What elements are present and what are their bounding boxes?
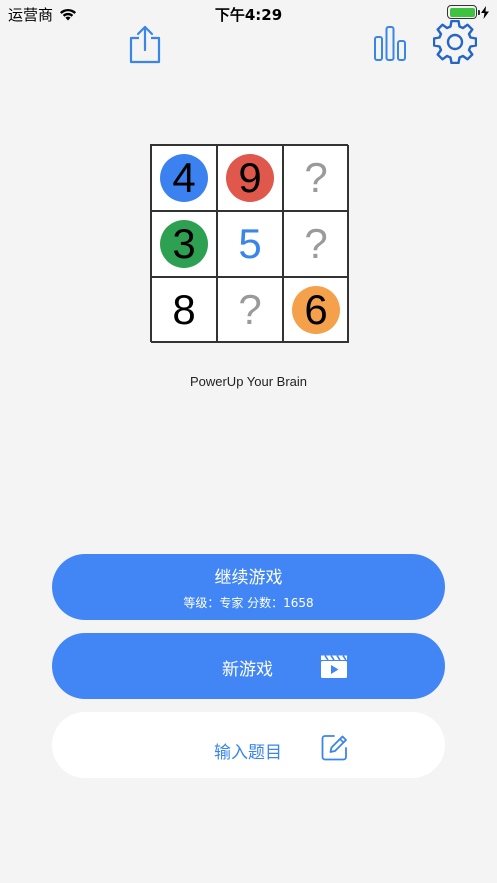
grid-cell[interactable]: 6	[283, 277, 349, 343]
share-icon[interactable]	[126, 24, 164, 64]
cell-value: 8	[172, 286, 196, 333]
cell-value: 6	[304, 286, 328, 333]
grid-cell[interactable]: ?	[283, 211, 349, 277]
cell-value: 4	[172, 154, 196, 201]
input-puzzle-label: 输入题目	[214, 743, 282, 763]
grid-cell[interactable]: ?	[217, 277, 283, 343]
continue-game-label: 继续游戏	[214, 568, 283, 588]
sudoku-grid: 4 9 ? 3 5 ? 8 ? 6	[150, 144, 349, 343]
new-game-button[interactable]: 新游戏	[52, 633, 445, 699]
level-score-label: 等级：专家 分数：1658	[183, 596, 314, 610]
cell-value: ?	[304, 220, 328, 267]
cell-value: ?	[238, 286, 262, 333]
grid-cell[interactable]: 4	[151, 145, 217, 211]
clapperboard-icon	[321, 655, 347, 678]
battery-group	[447, 5, 489, 19]
cell-value: 5	[238, 220, 262, 267]
number-circle: 6	[292, 286, 340, 334]
status-time: 下午4:29	[214, 6, 283, 24]
number-circle: 4	[160, 154, 208, 202]
number-circle: 9	[226, 154, 274, 202]
status-bar: 运营商 下午4:29	[0, 0, 497, 26]
grid-cell[interactable]: ?	[283, 145, 349, 211]
grid-cell[interactable]: 3	[151, 211, 217, 277]
grid-cell[interactable]: 5	[217, 211, 283, 277]
edit-icon	[321, 735, 347, 761]
number-circle: 3	[160, 220, 208, 268]
cell-value: 3	[172, 220, 196, 267]
cell-value: 9	[238, 154, 262, 201]
cell-value: ?	[304, 154, 328, 201]
continue-game-button[interactable]: 继续游戏 等级：专家 分数：1658	[52, 554, 445, 620]
grid-cell[interactable]: 8	[151, 277, 217, 343]
battery-icon	[447, 5, 480, 19]
charging-bolt-icon	[481, 5, 489, 19]
grid-cell[interactable]: 9	[217, 145, 283, 211]
input-puzzle-button[interactable]: 输入题目	[52, 712, 445, 778]
bar-chart-icon[interactable]	[372, 24, 408, 62]
gear-icon[interactable]	[433, 20, 477, 64]
new-game-label: 新游戏	[222, 660, 273, 680]
tagline: PowerUp Your Brain	[189, 374, 308, 389]
